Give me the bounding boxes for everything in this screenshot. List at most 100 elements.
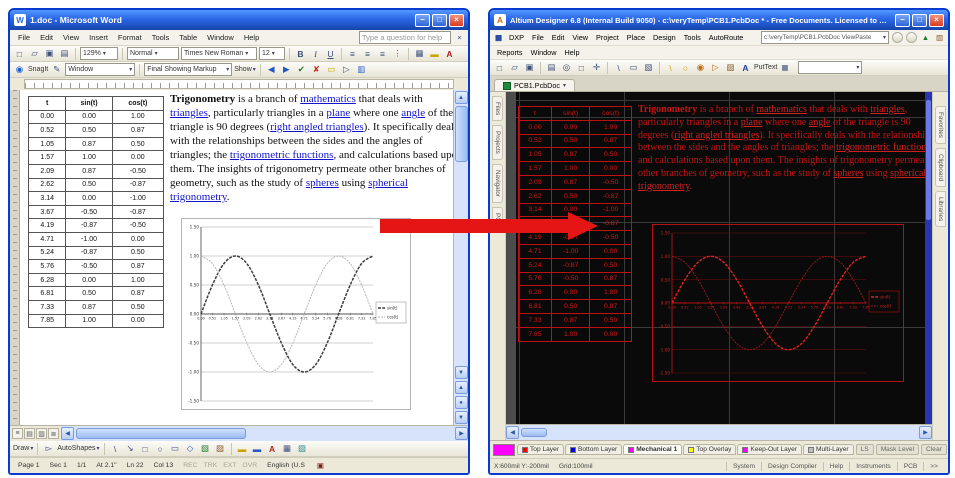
layer-tab-top-layer[interactable]: Top Layer <box>517 444 564 455</box>
diagram-icon[interactable]: ◇ <box>184 442 197 455</box>
bold-button[interactable]: B <box>294 47 307 60</box>
minimize-button[interactable]: – <box>415 14 430 27</box>
canvas-horizontal-scrollbar[interactable]: ◀ ▶ <box>506 424 932 440</box>
menu-item-edit[interactable]: Edit <box>548 32 569 43</box>
menubar-close-icon[interactable]: × <box>454 32 465 43</box>
copy-icon[interactable]: ▭ <box>627 61 640 74</box>
menu-item-help[interactable]: Help <box>239 32 264 43</box>
layer-tab-multi-layer[interactable]: Multi-Layer <box>803 444 854 455</box>
browse-previous-icon[interactable]: ▲ <box>455 381 468 394</box>
storage-path-combo[interactable]: c:\veryTemp\PCB1.PcbDoc ViewPaste ▾ <box>761 31 889 44</box>
lbtn-mask-level[interactable]: Mask Level <box>876 444 919 455</box>
menu-item-place[interactable]: Place <box>623 32 649 43</box>
snagit-window-combo[interactable]: Window ▾ <box>65 63 135 76</box>
line-color-icon[interactable]: ▬ <box>251 442 264 455</box>
menu-item-view[interactable]: View <box>58 32 84 43</box>
font-size-combo[interactable]: 12 ▾ <box>259 47 285 60</box>
save-icon[interactable]: ▣ <box>43 47 56 60</box>
numbering-icon[interactable]: ⋮ <box>391 47 404 60</box>
menu-item-autoroute[interactable]: AutoRoute <box>705 32 747 43</box>
vtab-files[interactable]: Files <box>492 96 503 121</box>
track-changes-icon[interactable]: ▷ <box>340 63 353 76</box>
pcb-document-tab[interactable]: PCB1.PcbDoc ▾ <box>494 79 575 91</box>
place-arc-icon[interactable]: ▷ <box>709 61 722 74</box>
hyperlink[interactable]: mathematics <box>300 93 356 105</box>
place-string-icon[interactable]: A <box>739 61 752 74</box>
close-button[interactable]: × <box>929 14 944 27</box>
font-combo[interactable]: Times New Roman ▾ <box>181 47 257 60</box>
close-button[interactable]: × <box>449 14 464 27</box>
hyperlink[interactable]: trigonometric functions <box>230 149 334 161</box>
vtab-projects[interactable]: Projects <box>492 125 503 160</box>
hyperlink[interactable]: mathematics <box>756 104 807 115</box>
puttext-label[interactable]: PutText <box>754 64 777 71</box>
layer-tab-mechanical-1[interactable]: Mechanical 1 <box>623 444 682 455</box>
crosshair-icon[interactable]: ✛ <box>590 61 603 74</box>
sflag-rec[interactable]: REC <box>183 462 197 469</box>
menu-item-format[interactable]: Format <box>113 32 147 43</box>
reject-change-icon[interactable]: ✘ <box>310 63 323 76</box>
menu-item-file[interactable]: File <box>528 32 548 43</box>
horizontal-ruler[interactable] <box>24 79 454 89</box>
scroll-left-icon[interactable]: ◀ <box>61 427 74 440</box>
hyperlink[interactable]: spheres <box>306 177 339 189</box>
scroll-right-icon[interactable]: ▶ <box>455 427 468 440</box>
threed-style-icon[interactable]: ▨ <box>296 442 309 455</box>
underline-button[interactable]: U <box>324 47 337 60</box>
puttext-settings-icon[interactable]: ▦ <box>779 62 790 73</box>
layer-tab-keep-out-layer[interactable]: Keep-Out Layer <box>737 444 802 455</box>
canvas-vertical-scrollbar[interactable] <box>925 92 932 424</box>
arrow-icon[interactable]: ↘ <box>124 442 137 455</box>
place-line-icon[interactable]: \ <box>664 61 677 74</box>
pen-icon[interactable]: ✎ <box>50 63 63 76</box>
maximize-button[interactable]: □ <box>912 14 927 27</box>
cut-icon[interactable]: \ <box>612 61 625 74</box>
vtab-navigator[interactable]: Navigator <box>492 164 503 203</box>
sflag-trk[interactable]: TRK <box>204 462 218 469</box>
scroll-left-icon[interactable]: ◀ <box>506 426 519 439</box>
line-icon[interactable]: \ <box>109 442 122 455</box>
outline-view-icon[interactable]: ≣ <box>48 428 59 439</box>
menu-item-reports[interactable]: Reports <box>493 47 527 58</box>
sflag-ovr[interactable]: OVR <box>242 462 257 469</box>
zoom-icon[interactable]: ◎ <box>560 61 573 74</box>
print-icon[interactable]: ▤ <box>545 61 558 74</box>
apanel-instruments[interactable]: Instruments <box>849 462 896 471</box>
menu-item-window[interactable]: Window <box>527 47 561 58</box>
align-left-icon[interactable]: ≡ <box>346 47 359 60</box>
scroll-right-icon[interactable]: ▶ <box>919 426 932 439</box>
hscrollbar-thumb[interactable] <box>76 428 246 439</box>
menu-item-tools[interactable]: Tools <box>680 32 705 43</box>
font-color-icon[interactable]: A <box>266 442 279 455</box>
highlight-icon[interactable]: ▬ <box>428 47 441 60</box>
sflag-ext[interactable]: EXT <box>223 462 236 469</box>
reviewing-pane-icon[interactable]: ▥ <box>355 63 368 76</box>
dxp-icon[interactable]: ▦ <box>493 32 504 43</box>
picture-icon[interactable]: ▨ <box>214 442 227 455</box>
menu-item-view[interactable]: View <box>568 32 592 43</box>
print-icon[interactable]: ▤ <box>58 47 71 60</box>
draw-menu[interactable]: Draw ▾ <box>13 445 33 452</box>
menu-item-window[interactable]: Window <box>202 32 239 43</box>
shadow-style-icon[interactable]: ▦ <box>281 442 294 455</box>
align-center-icon[interactable]: ≡ <box>361 47 374 60</box>
scrollbar-thumb[interactable] <box>926 100 931 220</box>
vertical-scrollbar[interactable]: ▲ ▼ ▲ ● ▼ <box>453 90 468 425</box>
hyperlink[interactable]: triangles <box>870 104 904 115</box>
hyperlink[interactable]: plane <box>741 117 763 128</box>
spelling-status-icon[interactable]: ▣ <box>315 460 326 471</box>
zoom-combo[interactable]: 129% ▾ <box>80 47 118 60</box>
up-level-icon[interactable]: ▲ <box>920 32 931 43</box>
horizontal-scrollbar[interactable]: ≡ ▤ ▥ ≣ ◀ ▶ <box>10 425 468 441</box>
menu-item-insert[interactable]: Insert <box>84 32 113 43</box>
autoshapes-menu[interactable]: AutoShapes ▾ <box>57 445 99 452</box>
menu-item-design[interactable]: Design <box>649 32 680 43</box>
display-for-review-combo[interactable]: Final Showing Markup ▾ <box>144 63 232 76</box>
new-document-icon[interactable]: □ <box>493 61 506 74</box>
layer-tab-bottom-layer[interactable]: Bottom Layer <box>565 444 622 455</box>
oval-icon[interactable]: ○ <box>154 442 167 455</box>
word-titlebar[interactable]: W 1.doc - Microsoft Word – □ × <box>10 10 468 30</box>
back-button[interactable] <box>892 32 903 43</box>
clipart-icon[interactable]: ▧ <box>199 442 212 455</box>
vtab-libraries[interactable]: Libraries <box>935 191 946 227</box>
